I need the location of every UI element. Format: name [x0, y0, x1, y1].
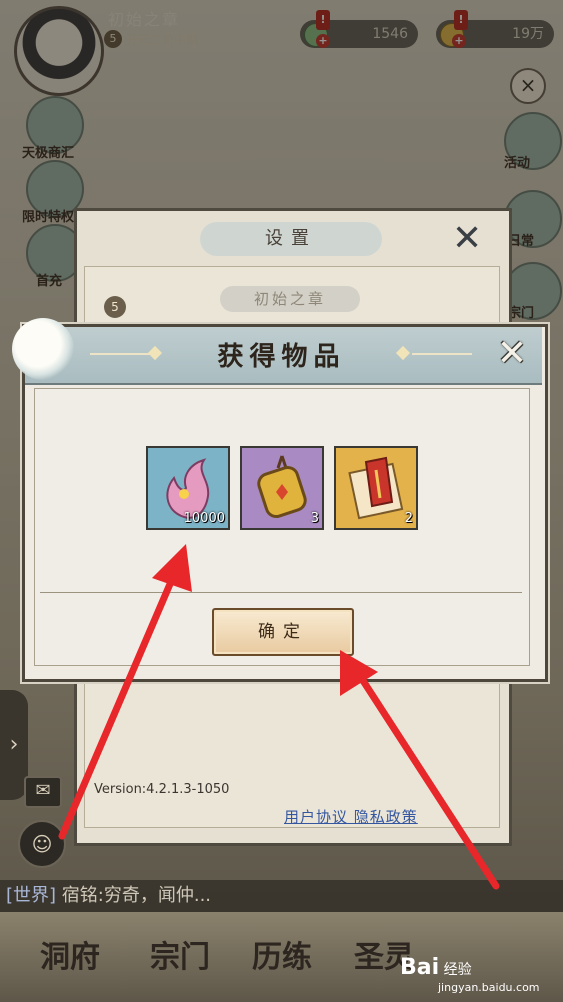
watermark-url: jingyan.baidu.com — [438, 981, 540, 994]
nav-training[interactable]: 历练 — [252, 932, 312, 976]
chat-message: 宿铭:穷奇，闻仲... — [61, 885, 212, 906]
mail-icon[interactable]: ✉ — [24, 776, 62, 808]
item-quantity: 10000 — [183, 511, 225, 526]
divider — [40, 592, 522, 593]
version-text: Version:4.2.1.3-1050 — [94, 782, 230, 797]
settings-level-badge: 5 — [104, 296, 126, 318]
reward-title: 获得物品 — [217, 342, 346, 372]
policy-links[interactable]: 用户协议 隐私政策 — [284, 806, 418, 827]
reward-item[interactable]: 2 — [334, 446, 418, 530]
world-chat-bar[interactable]: [世界] 宿铭:穷奇，闻仲... — [0, 880, 563, 912]
item-quantity: 2 — [404, 511, 413, 526]
settings-title: 设置 — [200, 222, 382, 256]
reward-item[interactable]: 10000 — [146, 446, 230, 530]
watermark-brand: Bai — [400, 955, 440, 980]
item-quantity: 3 — [310, 511, 319, 526]
settings-close-icon[interactable]: ✕ — [452, 218, 482, 259]
baidu-watermark: Bai 经验 jingyan.baidu.com — [400, 955, 540, 994]
close-icon[interactable]: ✕ — [492, 334, 532, 374]
settings-chapter: 初始之章 — [220, 286, 360, 312]
nav-cave[interactable]: 洞府 — [40, 932, 100, 976]
confirm-button[interactable]: 确定 — [212, 608, 354, 656]
friends-icon[interactable]: ☺ — [18, 820, 66, 868]
reward-item[interactable]: 3 — [240, 446, 324, 530]
nav-sect[interactable]: 宗门 — [150, 932, 210, 976]
chat-channel: [世界] — [6, 885, 57, 906]
watermark-brand-suffix: 经验 — [443, 962, 472, 978]
